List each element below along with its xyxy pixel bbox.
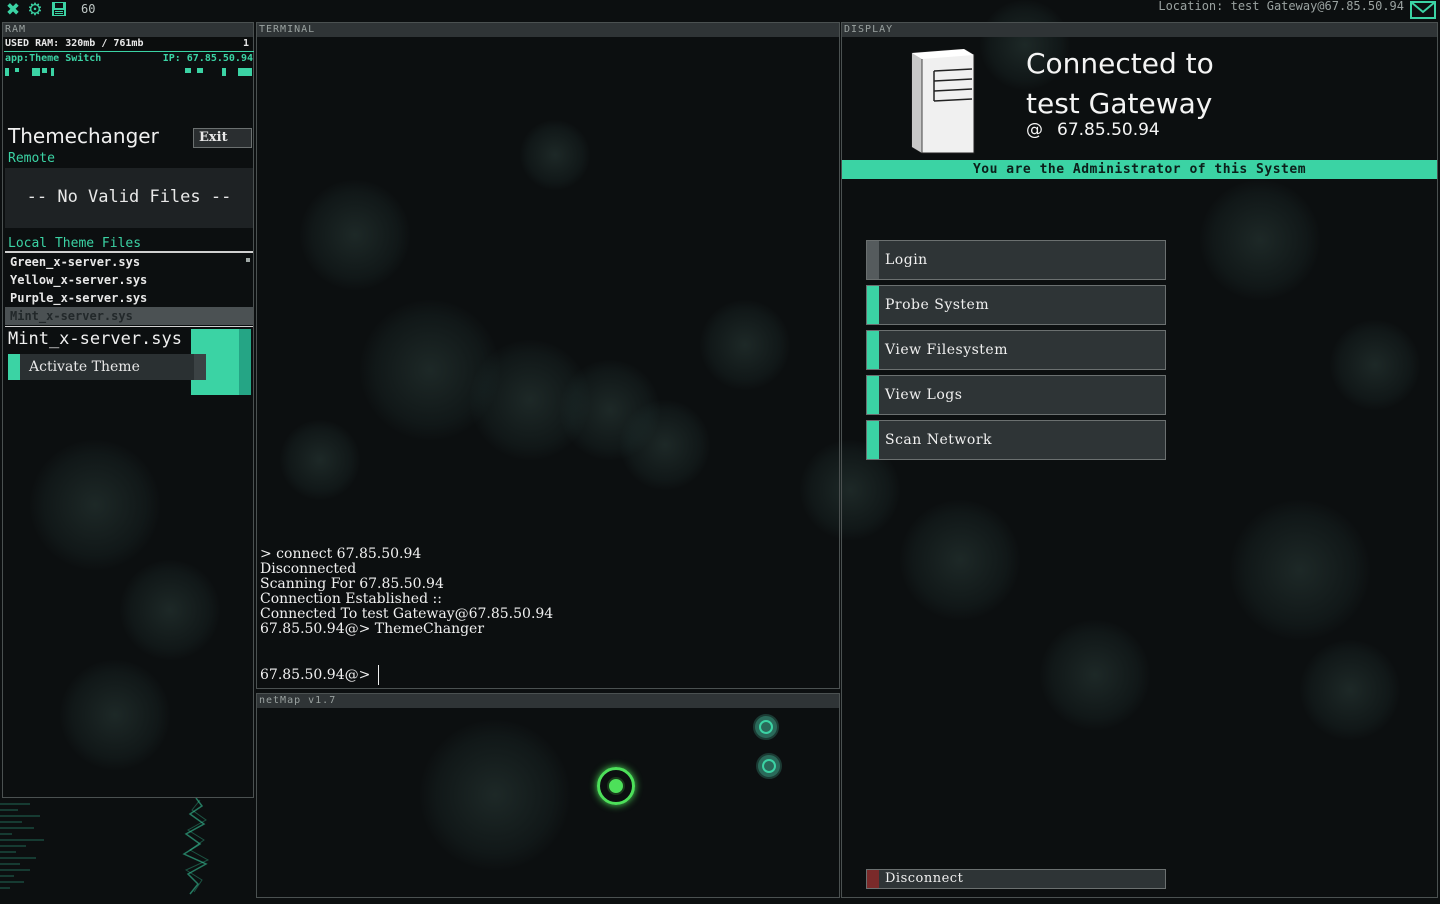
themechanger-title: Themechanger — [8, 124, 159, 148]
at-symbol: @ — [1026, 120, 1043, 140]
terminal-line: Connection Established :: — [260, 591, 442, 607]
location-readout: Location: test Gateway@67.85.50.94 — [1158, 0, 1404, 13]
connected-heading: Connected to — [1026, 47, 1214, 80]
terminal-line: Connected To test Gateway@67.85.50.94 — [260, 606, 554, 622]
text-caret — [378, 665, 380, 685]
file-item-green[interactable]: Green_x-server.sys — [5, 253, 253, 271]
netmap-panel: netMap v1.7 — [256, 693, 840, 898]
view-filesystem-label: View Filesystem — [885, 342, 1008, 358]
terminal-line: Scanning For 67.85.50.94 — [260, 576, 444, 592]
activate-theme-button[interactable]: Activate Theme — [8, 354, 206, 380]
local-theme-files-label: Local Theme Files — [8, 236, 142, 251]
view-logs-label: View Logs — [885, 387, 963, 403]
ram-usage-label: USED RAM: 320mb / 761mb — [5, 38, 144, 49]
probe-system-label: Probe System — [885, 297, 990, 313]
terminal-input[interactable]: 67.85.50.94@> — [260, 665, 380, 685]
file-item-mint[interactable]: Mint_x-server.sys — [5, 307, 253, 325]
terminal-panel[interactable]: TERMINAL > connect 67.85.50.94 Disconnec… — [256, 22, 840, 689]
top-bar: ✖ ⚙ 60 Location: test Gateway@67.85.50.9… — [0, 0, 1440, 20]
exit-game-icon[interactable]: ✖ — [4, 1, 22, 19]
gateway-ip: @67.85.50.94 — [1026, 120, 1160, 140]
settings-gear-icon[interactable]: ⚙ — [26, 1, 44, 19]
display-panel: DISPLAY Connected to test Gateway @67.85… — [841, 22, 1438, 898]
netmap-title: netMap v1.7 — [257, 694, 839, 708]
terminal-output: > connect 67.85.50.94 Disconnected Scann… — [260, 547, 553, 637]
app-theme-switch: app:Theme Switch IP: 67.85.50.94 Themech… — [4, 51, 254, 395]
login-button[interactable]: Login — [866, 240, 1166, 280]
file-item-purple[interactable]: Purple_x-server.sys — [5, 289, 253, 307]
ram-panel: RAM USED RAM: 320mb / 761mb 1 app:Theme … — [2, 22, 254, 798]
app-header: app:Theme Switch IP: 67.85.50.94 — [5, 53, 253, 65]
exit-button[interactable]: Exit — [193, 128, 252, 148]
save-disk-icon[interactable] — [50, 1, 68, 19]
terminal-line: 67.85.50.94@> ThemeChanger — [260, 621, 485, 637]
terminal-prompt: 67.85.50.94@> — [260, 667, 371, 683]
ram-panel-title: RAM — [3, 23, 253, 37]
admin-status-bar: You are the Administrator of this System — [842, 160, 1437, 179]
disconnect-label: Disconnect — [885, 871, 964, 886]
terminal-line: Disconnected — [260, 561, 357, 577]
terminal-title: TERMINAL — [257, 23, 839, 37]
no-valid-files-message: -- No Valid Files -- — [5, 168, 253, 228]
probe-system-button[interactable]: Probe System — [866, 285, 1166, 325]
process-count: 1 — [242, 38, 249, 49]
netmap-node[interactable] — [756, 753, 782, 779]
selected-file-name: Mint_x-server.sys — [8, 329, 182, 349]
view-logs-button[interactable]: View Logs — [866, 375, 1166, 415]
file-item-yellow[interactable]: Yellow_x-server.sys — [5, 271, 253, 289]
terminal-line: > connect 67.85.50.94 — [260, 546, 422, 562]
theme-preview-swatch-secondary — [239, 329, 251, 395]
audio-visualizer — [0, 797, 254, 900]
view-filesystem-button[interactable]: View Filesystem — [866, 330, 1166, 370]
selected-file-section: Mint_x-server.sys Activate Theme — [5, 326, 253, 399]
ram-usage-bar: USED RAM: 320mb / 761mb 1 — [4, 37, 252, 50]
netmap-node-home[interactable] — [597, 767, 635, 805]
app-activity-bars — [5, 68, 253, 78]
app-ip: IP: 67.85.50.94 — [162, 53, 253, 64]
netmap-node[interactable] — [753, 714, 779, 740]
server-icon — [908, 48, 976, 155]
list-scrollbar[interactable] — [246, 258, 250, 262]
activate-theme-label: Activate Theme — [29, 359, 140, 375]
disconnect-button[interactable]: Disconnect — [866, 869, 1166, 889]
scan-network-label: Scan Network — [885, 432, 992, 448]
fps-counter: 60 — [81, 2, 96, 16]
login-label: Login — [885, 252, 928, 268]
remote-label: Remote — [8, 151, 55, 166]
scan-network-button[interactable]: Scan Network — [866, 420, 1166, 460]
mail-icon[interactable] — [1410, 1, 1436, 19]
ip-value: 67.85.50.94 — [1057, 120, 1160, 140]
display-title: DISPLAY — [842, 23, 1437, 37]
theme-file-list: Green_x-server.sys Yellow_x-server.sys P… — [5, 253, 253, 325]
app-name: app:Theme Switch — [5, 53, 102, 64]
gateway-name: test Gateway — [1026, 87, 1213, 120]
